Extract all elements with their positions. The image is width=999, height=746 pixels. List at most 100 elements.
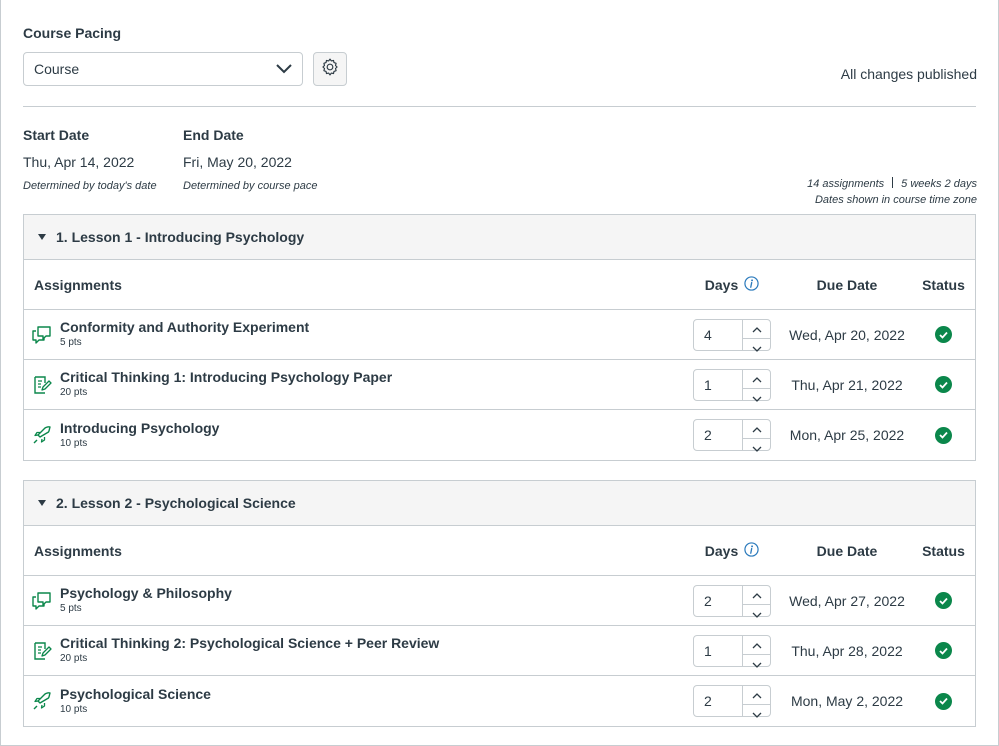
increment-button[interactable] — [743, 636, 770, 654]
check-circle-icon — [935, 326, 952, 343]
days-cell: 1 — [682, 368, 782, 402]
column-days-label: Days — [704, 276, 739, 293]
column-assignments: Assignments — [34, 542, 122, 559]
assignment-points: 20 pts — [60, 387, 88, 398]
check-circle-icon — [935, 692, 952, 710]
assignment-icon — [32, 373, 60, 397]
due-date: Wed, Apr 20, 2022 — [789, 326, 905, 343]
assignment-icon — [32, 639, 60, 663]
increment-button[interactable] — [743, 370, 770, 388]
assignment-cell: Psychological Science 10 pts — [24, 686, 682, 717]
page-title: Course Pacing — [23, 25, 122, 41]
days-input[interactable]: 1 — [694, 636, 742, 666]
status-cell — [912, 326, 975, 344]
publish-status: All changes published — [840, 66, 977, 82]
assignment-title[interactable]: Critical Thinking 2: Psychological Scien… — [60, 635, 439, 652]
pace-select[interactable]: Course — [23, 52, 303, 86]
decrement-button[interactable] — [743, 387, 770, 407]
assignment-title[interactable]: Introducing Psychology — [60, 420, 219, 437]
days-input[interactable]: 2 — [694, 586, 742, 616]
column-status: Status — [922, 542, 965, 559]
start-date-note: Determined by today's date — [23, 180, 157, 192]
decrement-button[interactable] — [743, 704, 770, 723]
days-cell: 1 — [682, 634, 782, 668]
assignment-points: 5 pts — [60, 337, 82, 348]
chevron-down-icon — [752, 339, 762, 357]
days-stepper: 2 — [693, 419, 771, 452]
chevron-up-icon — [752, 320, 762, 338]
assignment-cell: Psychology & Philosophy 5 pts — [24, 585, 682, 616]
assignment-title[interactable]: Critical Thinking 1: Introducing Psychol… — [60, 369, 392, 386]
due-date: Thu, Apr 21, 2022 — [791, 376, 903, 393]
due-date: Thu, Apr 28, 2022 — [791, 642, 903, 659]
days-input[interactable]: 1 — [694, 370, 742, 400]
module-header[interactable]: 2. Lesson 2 - Psychological Science — [24, 481, 975, 526]
status-cell — [912, 426, 975, 444]
assignment-title[interactable]: Psychological Science — [60, 686, 211, 703]
assignment-cell: Conformity and Authority Experiment 5 pts — [24, 319, 682, 350]
column-days: Days — [682, 275, 782, 294]
due-date: Mon, Apr 25, 2022 — [789, 427, 905, 443]
chevron-up-icon — [752, 420, 762, 438]
check-circle-icon — [935, 592, 952, 609]
discussion-icon — [32, 323, 60, 347]
assignment-points: 20 pts — [60, 653, 88, 664]
caret-down-icon — [38, 234, 56, 240]
assignment-points: 10 pts — [60, 703, 88, 715]
quiz-icon — [32, 689, 60, 713]
module-1: 1. Lesson 1 - Introducing Psychology Assi… — [23, 214, 976, 461]
decrement-button[interactable] — [743, 653, 770, 673]
assignment-title[interactable]: Conformity and Authority Experiment — [60, 319, 309, 336]
table-row: Introducing Psychology 10 pts 2 Mon, Apr 25… — [24, 410, 975, 460]
days-cell: 2 — [682, 584, 782, 618]
check-circle-icon — [935, 642, 952, 659]
days-input[interactable]: 2 — [694, 420, 742, 450]
days-input[interactable]: 4 — [694, 320, 742, 350]
pace-select-value: Course — [34, 61, 80, 77]
chevron-up-icon — [752, 370, 762, 388]
assignment-cell: Critical Thinking 2: Psychological Scien… — [24, 635, 682, 666]
chevron-down-icon — [752, 705, 762, 723]
days-stepper: 1 — [693, 368, 771, 402]
chevron-up-icon — [752, 586, 762, 604]
start-date-block: Start Date Thu, Apr 14, 2022 Determined … — [23, 127, 157, 192]
due-date: Wed, Apr 27, 2022 — [789, 592, 905, 609]
check-circle-icon — [935, 376, 952, 393]
info-icon[interactable] — [744, 275, 759, 294]
settings-button[interactable] — [313, 52, 347, 86]
chevron-down-icon — [752, 389, 762, 407]
column-days: Days — [682, 541, 782, 560]
start-date-label: Start Date — [23, 127, 90, 143]
status-cell — [912, 592, 975, 610]
pace-summary: 14 assignments 5 weeks 2 days Dates shown… — [807, 176, 977, 208]
chevron-up-icon — [752, 686, 762, 704]
pace-duration: 5 weeks 2 days — [901, 178, 977, 190]
increment-button[interactable] — [743, 586, 770, 604]
assignment-points: 5 pts — [60, 603, 82, 614]
assignment-title[interactable]: Psychology & Philosophy — [60, 585, 232, 602]
chevron-down-icon — [752, 655, 762, 673]
decrement-button[interactable] — [743, 337, 770, 357]
divider — [23, 106, 976, 107]
assignment-points: 10 pts — [60, 437, 88, 449]
decrement-button[interactable] — [743, 438, 770, 457]
table-row: Psychological Science 10 pts 2 Mon, May 2, … — [24, 676, 975, 726]
column-days-label: Days — [704, 542, 739, 559]
end-date-note: Determined by course pace — [183, 180, 318, 192]
end-date-label: End Date — [183, 127, 244, 143]
gear-icon — [320, 57, 340, 82]
module-title: 1. Lesson 1 - Introducing Psychology — [56, 229, 305, 245]
module-header[interactable]: 1. Lesson 1 - Introducing Psychology — [24, 215, 975, 260]
chevron-down-icon — [276, 61, 292, 77]
increment-button[interactable] — [743, 320, 770, 338]
decrement-button[interactable] — [743, 603, 770, 623]
start-date-value: Thu, Apr 14, 2022 — [23, 154, 135, 170]
increment-button[interactable] — [743, 420, 770, 438]
days-cell: 2 — [682, 419, 782, 452]
days-stepper: 4 — [693, 318, 771, 352]
table-header: Assignments Days Due Date Status — [24, 526, 975, 576]
column-assignments: Assignments — [34, 276, 122, 293]
days-input[interactable]: 2 — [694, 686, 742, 716]
increment-button[interactable] — [743, 686, 770, 704]
info-icon[interactable] — [744, 541, 759, 560]
